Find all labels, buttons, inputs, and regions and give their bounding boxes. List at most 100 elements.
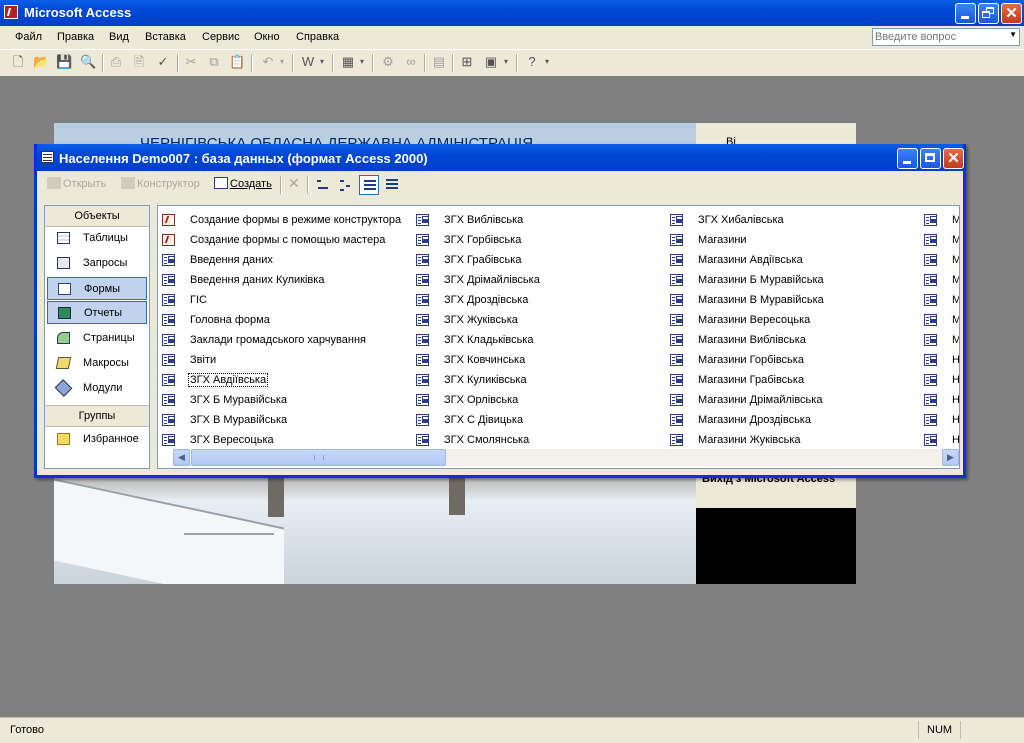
help-icon[interactable]: ?	[524, 54, 540, 70]
objects-item-queries[interactable]: Запросы	[47, 252, 147, 275]
access-app-icon[interactable]	[4, 5, 18, 19]
database-icon[interactable]	[41, 151, 54, 163]
list-view-button[interactable]	[359, 175, 379, 195]
list-item-label: ЗГХ Дрімайлівська	[444, 274, 540, 286]
delete-icon[interactable]: ✕	[288, 175, 300, 192]
close-button[interactable]: ✕	[1001, 3, 1022, 24]
undo-icon[interactable]: ↶	[260, 54, 276, 70]
objects-item-tables[interactable]: Таблицы	[47, 227, 147, 250]
design-button[interactable]: Конструктор	[121, 177, 200, 190]
list-item-label: Магазини Горбівська	[698, 354, 804, 366]
large-icons-view-button[interactable]	[313, 175, 333, 195]
list-item-label: Введення даних Куликівка	[190, 274, 325, 286]
db-maximize-button[interactable]	[920, 148, 941, 169]
objects-item-reports[interactable]: Отчеты	[47, 301, 147, 324]
file-search-icon[interactable]: 🔍	[80, 54, 96, 70]
open-button[interactable]: Открыть	[47, 177, 106, 190]
cut-icon[interactable]: ✂	[183, 54, 199, 70]
new-object-dropdown-icon[interactable]: ▾	[502, 54, 510, 70]
details-view-button[interactable]	[382, 175, 402, 195]
scroll-right-button[interactable]: ▶	[942, 449, 959, 466]
undo-dropdown-icon[interactable]: ▾	[278, 54, 286, 70]
database-title-bar[interactable]: Населення Demo007 : база данных (формат …	[37, 144, 964, 171]
form-icon	[670, 294, 683, 306]
form-icon	[670, 314, 683, 326]
paste-icon[interactable]: 📋	[229, 54, 245, 70]
chevron-down-icon[interactable]: ▼	[1009, 30, 1017, 39]
relationships-icon[interactable]: ⊞	[459, 54, 475, 70]
form-icon	[924, 314, 937, 326]
object-list[interactable]: Создание формы в режиме конструктора Созд…	[157, 205, 960, 469]
favorites-folder-icon	[57, 433, 70, 445]
scroll-left-button[interactable]: ◀	[173, 449, 190, 466]
new-object-icon[interactable]: ▣	[483, 54, 499, 70]
list-item-label: ЗГХ В Муравійська	[190, 414, 288, 426]
small-icons-view-button[interactable]	[336, 175, 356, 195]
help-question-input[interactable]	[873, 29, 1003, 45]
menu-file[interactable]: Файл	[15, 31, 42, 43]
list-item-label: Магазини Б Муравійська	[698, 274, 824, 286]
db-minimize-button[interactable]	[897, 148, 918, 169]
menu-help[interactable]: Справка	[296, 31, 339, 43]
print-preview-icon[interactable]: 🗎	[131, 54, 147, 70]
properties-icon[interactable]: ▤	[431, 54, 447, 70]
script-icon[interactable]: ∞	[403, 54, 419, 70]
analyze-icon[interactable]: ▦	[340, 54, 356, 70]
app-title-bar[interactable]: Microsoft Access ✕	[0, 0, 1024, 26]
menu-view[interactable]: Вид	[109, 31, 129, 43]
copy-icon[interactable]: ⧉	[206, 54, 222, 70]
form-icon	[924, 434, 937, 446]
status-text: Готово	[10, 724, 44, 736]
office-links-dropdown-icon[interactable]: ▾	[318, 54, 326, 70]
menu-insert[interactable]: Вставка	[145, 31, 186, 43]
print-icon[interactable]: ⎙	[108, 54, 124, 70]
list-item-label: Магазини Вересоцька	[698, 314, 811, 326]
restore-icon-front	[982, 11, 990, 18]
objects-item-macros[interactable]: Макросы	[47, 352, 147, 375]
status-separator	[918, 721, 919, 739]
help-question-box[interactable]: ▼	[872, 28, 1020, 46]
code-icon[interactable]: ⚙	[380, 54, 396, 70]
analyze-dropdown-icon[interactable]: ▾	[358, 54, 366, 70]
close-icon: ✕	[1005, 5, 1018, 22]
list-item-label: ЗГХ Ковчинська	[444, 354, 526, 366]
groups-header[interactable]: Группы	[45, 405, 149, 427]
list-item-label: ЗГХ Смолянська	[444, 434, 530, 446]
spelling-icon[interactable]: ✓	[155, 54, 171, 70]
form-icon	[416, 274, 429, 286]
snowbank	[54, 478, 284, 584]
close-icon: ✕	[947, 150, 960, 167]
horizontal-scrollbar[interactable]: ◀ ▶	[173, 449, 959, 466]
form-icon	[416, 254, 429, 266]
objects-item-forms[interactable]: Формы	[47, 277, 147, 300]
list-item-label: ЗГХ Куликівська	[444, 374, 527, 386]
objects-header[interactable]: Объекты	[45, 206, 149, 227]
objects-item-pages[interactable]: Страницы	[47, 327, 147, 350]
objects-item-label: Избранное	[83, 433, 139, 445]
form-icon	[670, 274, 683, 286]
save-icon[interactable]: 💾	[56, 54, 72, 70]
toolbar-separator	[307, 176, 309, 194]
open-folder-icon[interactable]: 📂	[33, 54, 49, 70]
list-item-label: H	[952, 374, 960, 386]
db-close-button[interactable]: ✕	[943, 148, 964, 169]
objects-item-favorites[interactable]: Избранное	[47, 428, 147, 451]
create-button[interactable]: Создать	[214, 177, 272, 190]
menu-edit[interactable]: Правка	[57, 31, 94, 43]
form-icon	[670, 414, 683, 426]
minimize-button[interactable]	[955, 3, 976, 24]
toolbar-options-icon[interactable]: ▾	[543, 54, 551, 70]
view-glyph-line	[340, 189, 344, 191]
list-item-label: Магазини	[698, 234, 747, 246]
new-file-icon[interactable]: 🗋	[10, 54, 26, 70]
office-links-icon[interactable]: W	[300, 54, 316, 70]
toolbar-separator	[292, 54, 294, 72]
scrollbar-thumb[interactable]	[191, 449, 446, 466]
restore-button[interactable]	[978, 3, 999, 24]
menu-tools[interactable]: Сервис	[202, 31, 240, 43]
menu-window[interactable]: Окно	[254, 31, 280, 43]
view-glyph-line	[364, 188, 376, 190]
design-icon	[121, 177, 135, 189]
form-icon	[416, 394, 429, 406]
objects-item-modules[interactable]: Модули	[47, 377, 147, 400]
